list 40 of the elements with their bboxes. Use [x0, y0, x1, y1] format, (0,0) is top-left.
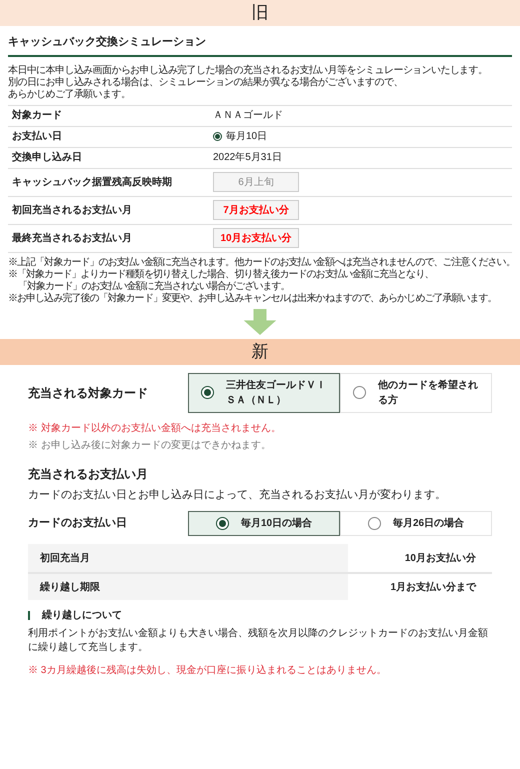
row-value: ＡＮＡゴールド [213, 109, 283, 123]
row-label: お支払い日 [11, 130, 63, 144]
result-box: 6月上旬 [213, 172, 299, 192]
down-arrow-icon [242, 308, 278, 334]
radio-option[interactable]: 三井住友ゴールドＶＩＳＡ（ＮＬ） [188, 372, 340, 412]
radio-option[interactable]: 毎月26日の場合 [340, 511, 492, 536]
intro-text: 別の日にお申し込みされる場合は、シミュレーションの結果が異なる場合がございますので、 [8, 76, 404, 88]
note-text: ※ お申し込み後に対象カードの変更はできかねます。 [28, 438, 272, 452]
row-label: 最終充当されるお支払い月 [11, 231, 133, 246]
result-label: 初回充当月 [28, 544, 348, 572]
result-value: 10月お支払い分 [404, 552, 477, 566]
subheading: 繰り越しについて [42, 608, 122, 623]
row-label: 初回充当されるお支払い月 [10, 203, 133, 218]
description-text: カードのお支払い日とお申し込み日によって、充当されるお支払い月が変わります。 [28, 488, 447, 502]
radio-option[interactable]: 他のカードを希望される方 [340, 372, 492, 412]
radio-option[interactable]: 毎月10日の場合 [188, 511, 340, 536]
section-banner: 新 [0, 338, 520, 364]
body-text: 利用ポイントがお支払い金額よりも大きい場合、残額を次月以降のクレジットカードのお支払い月金額に繰り越して充当します。 [28, 626, 489, 655]
row-label: 対象カード [10, 108, 63, 123]
note-text: ※上記「対象カード」のお支払い金額に充当されます。他カードのお支払い金額へは充当されませんので、ご注意ください。 [8, 256, 512, 268]
note-text: ※「対象カード」よりカード種類を切り替えした場合、切り替え後カードのお支払い金額に充当となり、 「対象カード」のお支払い金額に充当されない場合がございます。 [8, 268, 434, 292]
intro-text: あらかじめご了承願います。 [8, 88, 132, 100]
row-label: 交換申し込み日 [11, 150, 83, 165]
heading-marker-icon [28, 611, 30, 620]
result-box: 7月お支払い分 [213, 200, 299, 220]
row-value: 2022年5月31日 [213, 151, 282, 165]
row-label: キャッシュバック据置残高反映時期 [11, 175, 173, 190]
result-value: 1月お支払い分まで [389, 580, 478, 594]
section-banner: 旧 [0, 0, 520, 26]
field-label: カードのお支払い日 [28, 516, 128, 532]
note-text: ※お申し込み完了後の「対象カード」変更や、お申し込みキャンセルは出来かねますので、あらかじめご了承願います。 [8, 292, 498, 304]
field-label: 充当される対象カード [28, 384, 149, 402]
note-text: ※ 対象カード以外のお支払い金額へは充当されません。 [28, 422, 282, 436]
result-box: 10月お支払い分 [213, 228, 299, 248]
result-label: 繰り越し期限 [28, 574, 348, 600]
radio-label: 毎月10日 [226, 130, 268, 144]
page-title: キャッシュバック交換シミュレーション [8, 26, 512, 56]
warning-text: ※ 3カ月繰越後に残高は失効し、現金が口座に振り込まれることはありません。 [28, 664, 388, 678]
intro-text: 本日中に本申し込み画面からお申し込み完了した場合の充当されるお支払い月等をシミュレーションいたします。 [8, 64, 488, 76]
section-heading: 充当されるお支払い月 [28, 466, 149, 482]
